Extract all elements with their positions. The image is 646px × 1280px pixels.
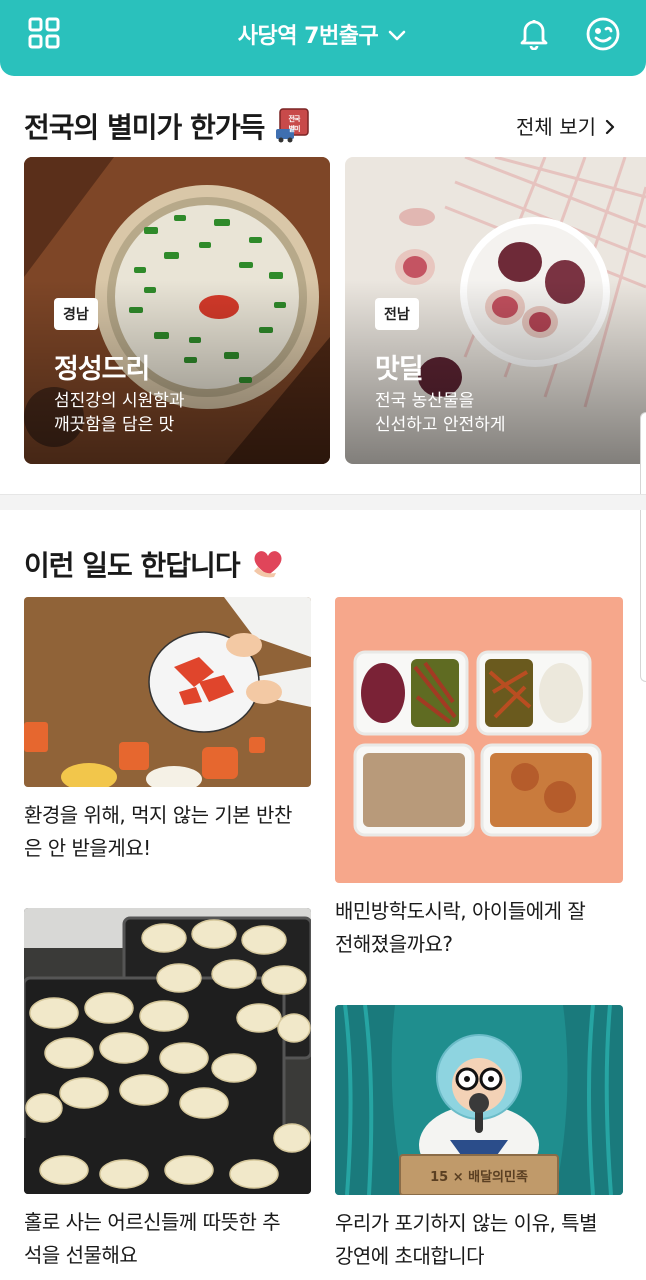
stories-title-text: 이런 일도 한답니다: [24, 549, 241, 582]
story-card-lunchbox[interactable]: 배민방학도시락, 아이들에게 잘 전해졌을까요?: [335, 597, 623, 962]
store-description: 섬진강의 시원함과 깨끗함을 담은 맛: [54, 389, 304, 437]
regional-section-title: 전국의 별미가 한가득 전국 별미: [24, 106, 312, 146]
desc-line: 전국 농산물을: [375, 391, 475, 411]
desc-line: 섬진강의 시원함과: [54, 391, 185, 411]
store-name: 맛딜: [375, 354, 424, 385]
store-name: 정성드리: [54, 354, 150, 385]
story-card-dumplings[interactable]: 홀로 사는 어르신들께 따뜻한 추 석을 선물해요: [24, 908, 311, 1278]
caption-line: 강연에 초대합니다: [335, 1244, 485, 1268]
story-caption: 홀로 사는 어르신들께 따뜻한 추 석을 선물해요: [24, 1206, 314, 1272]
caption-line: 환경을 위해, 먹지 않는 기본 반찬: [24, 803, 292, 827]
story-card-lecture[interactable]: 15 × 배달의민족 우리가 포기하지 않는 이유, 특별 강연에 초대합니다: [335, 1005, 623, 1280]
location-label: 사당역 7번출구: [237, 24, 379, 49]
chevron-down-icon: [388, 30, 406, 41]
stories-section-title: 이런 일도 한답니다: [24, 544, 288, 584]
svg-text:전국: 전국: [289, 114, 301, 123]
lunchbox-image: [335, 597, 623, 883]
regional-title-text: 전국의 별미가 한가득: [24, 111, 265, 144]
region-card-jeongseongdeuri[interactable]: 경남 정성드리 섬진강의 시원함과 깨끗함을 담은 맛: [24, 157, 330, 464]
regional-stamp-icon: 전국 별미: [276, 108, 310, 143]
caption-line: 홀로 사는 어르신들께 따뜻한 추: [24, 1210, 281, 1234]
desc-line: 신선하고 안전하게: [375, 415, 506, 435]
caption-line: 은 안 받을게요!: [24, 836, 151, 860]
smile-face-icon[interactable]: [585, 16, 621, 52]
bell-icon[interactable]: [517, 16, 551, 50]
kimchi-plate-image: [24, 597, 311, 787]
caption-line: 배민방학도시락, 아이들에게 잘: [335, 899, 586, 923]
see-all-label: 전체 보기: [516, 115, 596, 139]
see-all-link[interactable]: 전체 보기: [516, 111, 618, 140]
podium-sign-text: 15 × 배달의민족: [430, 1169, 528, 1185]
chevron-right-icon: [605, 119, 615, 135]
lecture-stage-image: 15 × 배달의민족: [335, 1005, 623, 1195]
caption-line: 석을 선물해요: [24, 1243, 138, 1267]
story-card-side-dish[interactable]: 환경을 위해, 먹지 않는 기본 반찬 은 안 받을게요!: [24, 597, 311, 877]
story-caption: 배민방학도시락, 아이들에게 잘 전해졌을까요?: [335, 895, 625, 961]
svg-text:별미: 별미: [289, 124, 300, 133]
dumplings-image: [24, 908, 311, 1194]
region-tag: 경남: [54, 298, 98, 330]
region-card-matdeal[interactable]: 전남 맛딜 전국 농산물을 신선하고 안전하게: [345, 157, 646, 464]
top-app-bar: 사당역 7번출구: [0, 0, 646, 76]
region-tag: 전남: [375, 298, 419, 330]
caption-line: 우리가 포기하지 않는 이유, 특별: [335, 1211, 598, 1235]
heart-hands-icon: [253, 551, 282, 578]
store-description: 전국 농산물을 신선하고 안전하게: [375, 389, 625, 437]
story-caption: 환경을 위해, 먹지 않는 기본 반찬 은 안 받을게요!: [24, 799, 314, 865]
story-caption: 우리가 포기하지 않는 이유, 특별 강연에 초대합니다: [335, 1207, 625, 1273]
section-divider: [0, 494, 646, 510]
desc-line: 깨끗함을 담은 맛: [54, 415, 175, 435]
scroll-indicator[interactable]: [640, 412, 646, 682]
caption-line: 전해졌을까요?: [335, 932, 453, 956]
